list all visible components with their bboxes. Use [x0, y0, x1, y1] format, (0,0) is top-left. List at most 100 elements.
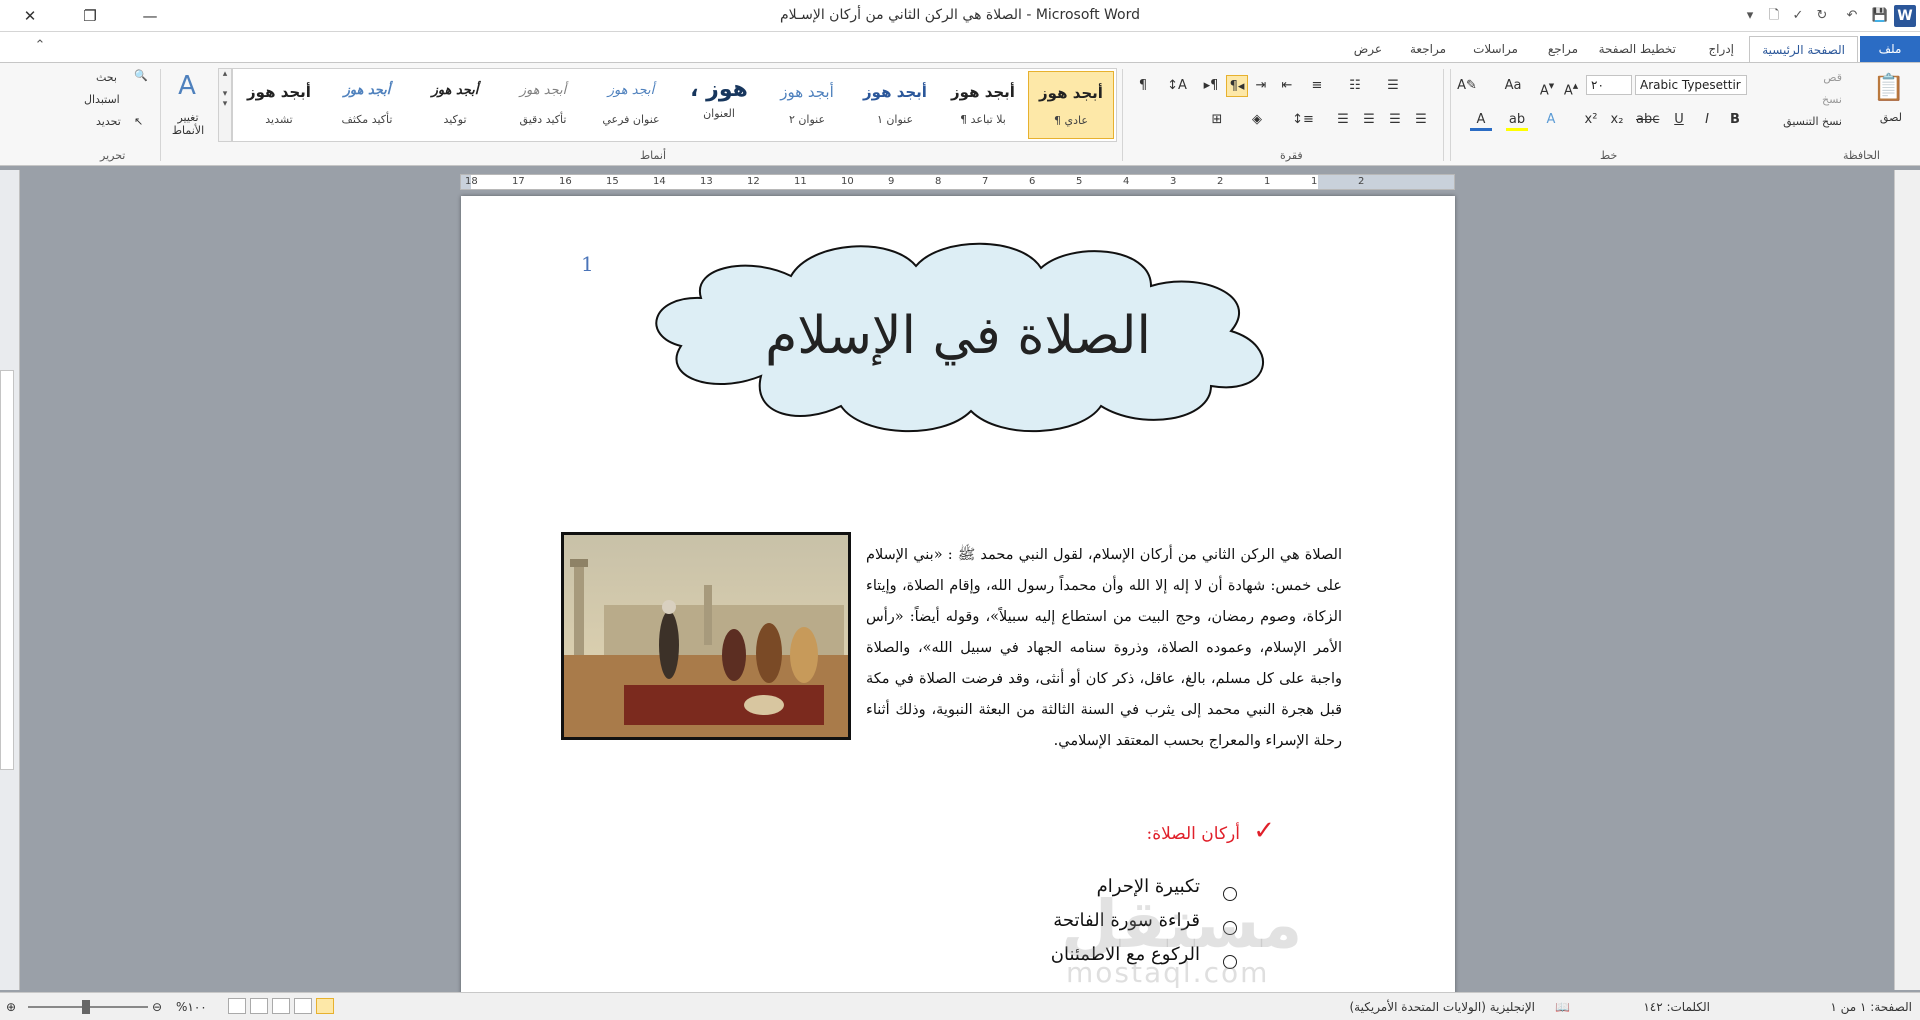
- ruler-tick-label: 2: [1358, 176, 1365, 187]
- ruler-tick-label: 15: [606, 176, 619, 187]
- word-app-icon[interactable]: W: [1894, 5, 1916, 27]
- tab-view[interactable]: عرض: [1342, 36, 1394, 62]
- save-icon[interactable]: 💾: [1870, 6, 1890, 26]
- style-emphasis[interactable]: أبجد هوز توكيد: [412, 71, 498, 139]
- style-subtle-emphasis[interactable]: أبجد هوز تأكيد دقيق: [500, 71, 586, 139]
- style-title[interactable]: ، هوز العنوان: [676, 71, 762, 139]
- minimize-ribbon-icon[interactable]: ⌃: [30, 36, 50, 56]
- zoom-level[interactable]: %١٠٠: [176, 1000, 207, 1014]
- style-name: تأكيد دقيق: [519, 113, 567, 126]
- select-cursor-icon: ↖: [134, 115, 144, 128]
- zoom-slider-thumb[interactable]: [82, 1000, 90, 1014]
- print-preview-icon[interactable]: 🗋: [1764, 6, 1784, 26]
- tab-home[interactable]: الصفحة الرئيسية: [1749, 36, 1858, 62]
- find-button[interactable]: بحث: [96, 71, 117, 84]
- font-color-icon[interactable]: A: [1470, 109, 1492, 131]
- tab-references[interactable]: مراجع: [1536, 36, 1590, 62]
- line-spacing-icon[interactable]: ↕≡: [1292, 109, 1314, 131]
- italic-icon[interactable]: I: [1696, 109, 1718, 131]
- body-paragraph[interactable]: الصلاة هي الركن الثاني من أركان الإسلام،…: [866, 540, 1342, 757]
- superscript-icon[interactable]: x²: [1580, 109, 1602, 131]
- styles-scroll[interactable]: ▴ ▾ ▾: [218, 68, 232, 142]
- bullets-icon[interactable]: ☰: [1382, 75, 1404, 97]
- font-name-box[interactable]: Arabic Typesettir: [1635, 75, 1747, 95]
- style-heading-1[interactable]: أبجد هوز عنوان ١: [852, 71, 938, 139]
- copy-button[interactable]: نسخ: [1822, 93, 1842, 106]
- tab-page-layout[interactable]: تخطيط الصفحة: [1587, 36, 1688, 62]
- undo-icon[interactable]: ↶: [1842, 6, 1862, 26]
- style-normal[interactable]: أبجد هوز ¶ عادي: [1028, 71, 1114, 139]
- replace-button[interactable]: استبدال: [84, 93, 120, 106]
- view-draft-icon[interactable]: [228, 998, 246, 1014]
- clear-formatting-icon[interactable]: A✎: [1456, 75, 1478, 97]
- style-sample: ، هوز: [690, 77, 748, 102]
- multilevel-list-icon[interactable]: ≡: [1306, 75, 1328, 97]
- view-outline-icon[interactable]: [250, 998, 268, 1014]
- decrease-indent-icon[interactable]: ⇤: [1276, 75, 1298, 97]
- align-center-icon[interactable]: ☰: [1384, 109, 1406, 131]
- shading-icon[interactable]: ◈: [1246, 109, 1268, 131]
- paste-button[interactable]: لصق: [1880, 111, 1902, 124]
- document-title: الصلاة في الإسلام: [765, 306, 1151, 366]
- strikethrough-icon[interactable]: abc: [1636, 109, 1659, 131]
- text-effects-icon[interactable]: A: [1540, 109, 1562, 131]
- style-heading-2[interactable]: أبجد هوز عنوان ٢: [764, 71, 850, 139]
- borders-icon[interactable]: ⊞: [1206, 109, 1228, 131]
- change-styles-icon[interactable]: A: [172, 71, 202, 101]
- tab-review[interactable]: مراجعة: [1398, 36, 1458, 62]
- tab-insert[interactable]: إدراج: [1696, 36, 1746, 62]
- select-button[interactable]: تحديد: [96, 115, 121, 128]
- style-no-spacing[interactable]: أبجد هوز ¶ بلا تباعد: [940, 71, 1026, 139]
- prayer-painting-image[interactable]: [561, 532, 851, 740]
- paste-icon[interactable]: 📋: [1872, 71, 1906, 105]
- highlight-icon[interactable]: ab: [1506, 109, 1528, 131]
- left-scroll-track[interactable]: [0, 370, 14, 770]
- redo-icon[interactable]: ↻: [1812, 6, 1832, 26]
- zoom-out-button[interactable]: ⊖: [152, 1000, 162, 1014]
- numbering-icon[interactable]: ☷: [1344, 75, 1366, 97]
- underline-icon[interactable]: U: [1668, 109, 1690, 131]
- language-status[interactable]: الإنجليزية (الولايات المتحدة الأمريكية): [1349, 1000, 1535, 1014]
- view-web-icon[interactable]: [272, 998, 290, 1014]
- style-strong[interactable]: أبجد هوز تشديد: [236, 71, 322, 139]
- zoom-in-button[interactable]: ⊕: [6, 1000, 16, 1014]
- page-count[interactable]: الصفحة: ١ من ١: [1830, 1000, 1912, 1014]
- ruler-margin-right: [1318, 175, 1454, 189]
- horizontal-ruler[interactable]: 18 17 16 15 14 13 12 11 10 9 8 7 6 5 4 3 2 1 1 2: [460, 174, 1455, 190]
- show-marks-icon[interactable]: ¶: [1132, 75, 1154, 97]
- vertical-scrollbar[interactable]: [1894, 170, 1920, 990]
- font-group-label: خط: [1600, 149, 1618, 162]
- change-case-icon[interactable]: Aa: [1502, 75, 1524, 97]
- grow-font-icon[interactable]: A▴: [1560, 75, 1582, 98]
- subscript-icon[interactable]: x₂: [1606, 109, 1628, 131]
- styles-group-label: أنماط: [640, 149, 667, 162]
- align-right-icon[interactable]: ☰: [1410, 109, 1432, 131]
- cut-button[interactable]: قص: [1823, 71, 1842, 84]
- word-count[interactable]: الكلمات: ١٤٢: [1643, 1000, 1710, 1014]
- shrink-font-icon[interactable]: A▾: [1536, 75, 1558, 98]
- tab-mailings[interactable]: مراسلات: [1461, 36, 1530, 62]
- view-print-layout-icon[interactable]: [316, 998, 334, 1014]
- style-intense-emphasis[interactable]: أبجد هوز تأكيد مكثف: [324, 71, 410, 139]
- change-styles-button[interactable]: تغيير الأنماط: [166, 111, 210, 137]
- ltr-direction-icon[interactable]: ▸¶: [1200, 75, 1222, 97]
- tab-file[interactable]: ملف: [1860, 36, 1920, 62]
- vertical-ruler[interactable]: [0, 170, 20, 990]
- increase-indent-icon[interactable]: ⇥: [1250, 75, 1272, 97]
- proofing-icon[interactable]: 📖: [1555, 1000, 1570, 1014]
- style-subtitle[interactable]: أبجد هوز عنوان فرعي: [588, 71, 674, 139]
- bold-icon[interactable]: B: [1724, 109, 1746, 131]
- format-painter-button[interactable]: نسخ التنسيق: [1783, 115, 1842, 128]
- font-size-box[interactable]: ٢٠: [1586, 75, 1632, 95]
- customize-quick-access-icon[interactable]: ▾: [1740, 6, 1760, 26]
- style-name: ¶ عادي: [1054, 114, 1088, 127]
- style-name: عنوان فرعي: [602, 113, 660, 126]
- checkmark-icon: ✓: [1253, 816, 1275, 846]
- justify-icon[interactable]: ☰: [1332, 109, 1354, 131]
- view-reading-icon[interactable]: [294, 998, 312, 1014]
- sort-icon[interactable]: ↕A: [1166, 75, 1188, 97]
- document-page[interactable]: 1 الصلاة في الإسلام الصلاة هي الركن الثا…: [461, 196, 1455, 996]
- spelling-icon[interactable]: ✓: [1788, 6, 1808, 26]
- align-left-icon[interactable]: ☰: [1358, 109, 1380, 131]
- rtl-direction-icon[interactable]: ¶◂: [1226, 75, 1248, 97]
